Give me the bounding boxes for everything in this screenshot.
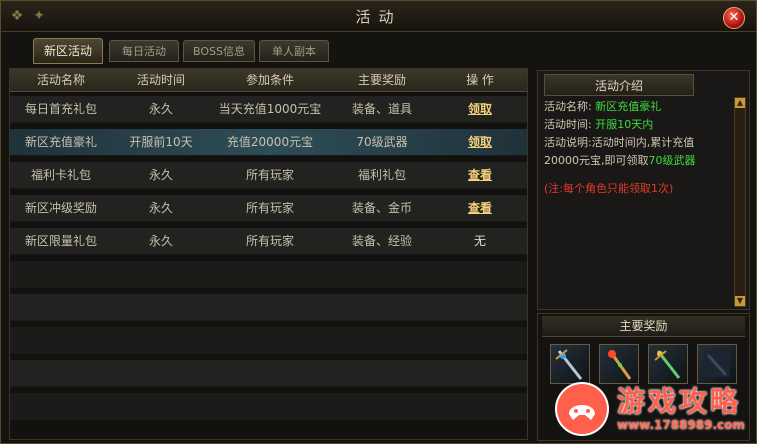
row-reward: 装备、经验 <box>351 234 412 248</box>
row-condition: 所有玩家 <box>245 201 294 215</box>
row-time: 永久 <box>148 201 173 215</box>
watermark-url: www.1788989.com <box>617 418 745 432</box>
row-name: 每日首充礼包 <box>24 102 97 116</box>
table-row[interactable]: 每日首充礼包 永久 当天充值1000元宝 装备、道具 领取 <box>10 96 527 123</box>
row-action-cell: 查看 <box>440 195 520 222</box>
row-time: 永久 <box>148 234 173 248</box>
reward-header: 主要奖励 <box>542 316 745 337</box>
intro-header: 活动介绍 <box>544 74 694 96</box>
watermark-text: 游戏攻略 <box>617 385 742 418</box>
intro-desc-text1: 活动时间内,累计充值 <box>591 136 695 149</box>
row-time: 开服前10天 <box>129 135 193 149</box>
scroll-down-icon[interactable]: ▼ <box>735 296 745 306</box>
row-condition: 充值20000元宝 <box>226 135 314 149</box>
window-title: 活动 <box>355 8 402 26</box>
header-reward: 主要奖励 <box>357 73 406 87</box>
view-link[interactable]: 查看 <box>468 168 492 182</box>
claim-link[interactable]: 领取 <box>468 135 492 149</box>
tab-solo-dungeon[interactable]: 单人副本 <box>259 40 329 62</box>
intro-panel: 活动介绍 活动名称: 新区充值豪礼 活动时间: 开服10天内 活动说明:活动时间… <box>537 70 750 310</box>
intro-time-value: 开服10天内 <box>595 118 654 131</box>
tab-new-server[interactable]: 新区活动 <box>33 38 103 64</box>
activity-table: 活动名称 活动时间 参加条件 主要奖励 操 作 每日首充礼包 永久 当天充值10… <box>9 68 528 440</box>
intro-desc-text2: 20000元宝,即可领取 <box>544 154 649 167</box>
intro-body[interactable]: 活动名称: 新区充值豪礼 活动时间: 开服10天内 活动说明:活动时间内,累计充… <box>544 98 732 304</box>
tab-daily[interactable]: 每日活动 <box>109 40 179 62</box>
intro-time-label: 活动时间: <box>544 118 592 131</box>
intro-name-value: 新区充值豪礼 <box>595 100 662 113</box>
row-action-cell: 无 <box>440 228 520 255</box>
table-row[interactable]: 新区限量礼包 永久 所有玩家 装备、经验 无 <box>10 228 527 255</box>
close-button[interactable]: ✕ <box>723 7 745 29</box>
empty-row <box>10 261 527 288</box>
header-time: 活动时间 <box>136 73 185 87</box>
watermark-logo-icon <box>555 382 609 436</box>
row-name: 新区充值豪礼 <box>24 135 97 149</box>
table-row[interactable]: 福利卡礼包 永久 所有玩家 福利礼包 查看 <box>10 162 527 189</box>
row-name: 新区冲级奖励 <box>24 201 97 215</box>
view-link[interactable]: 查看 <box>468 201 492 215</box>
intro-name-label: 活动名称: <box>544 100 592 113</box>
watermark: 游戏攻略 www.1788989.com <box>549 378 755 442</box>
header-action: 操 作 <box>466 73 494 87</box>
header-name: 活动名称 <box>36 73 85 87</box>
row-action-cell: 领取 <box>440 129 520 156</box>
intro-note: (注:每个角色只能领取1次) <box>544 182 674 195</box>
empty-row <box>10 327 527 354</box>
intro-desc-value: 70级武器 <box>648 154 696 167</box>
empty-row <box>10 393 527 420</box>
row-reward: 福利礼包 <box>357 168 406 182</box>
intro-name-line: 活动名称: 新区充值豪礼 <box>544 98 732 116</box>
row-action-cell: 查看 <box>440 162 520 189</box>
row-action-cell: 领取 <box>440 96 520 123</box>
table-header: 活动名称 活动时间 参加条件 主要奖励 操 作 <box>10 69 527 92</box>
row-name: 福利卡礼包 <box>30 168 91 182</box>
empty-row <box>10 360 527 387</box>
intro-time-line: 活动时间: 开服10天内 <box>544 116 732 134</box>
intro-desc-line: 活动说明:活动时间内,累计充值 <box>544 134 732 152</box>
row-reward: 70级武器 <box>356 135 408 149</box>
intro-scrollbar[interactable]: ▲ ▼ <box>734 97 746 307</box>
row-condition: 所有玩家 <box>245 168 294 182</box>
row-reward: 装备、道具 <box>351 102 412 116</box>
intro-desc-line2: 20000元宝,即可领取70级武器 <box>544 152 732 170</box>
row-time: 永久 <box>148 102 173 116</box>
row-name: 新区限量礼包 <box>24 234 97 248</box>
scroll-up-icon[interactable]: ▲ <box>735 98 745 108</box>
row-condition: 当天充值1000元宝 <box>218 102 322 116</box>
intro-desc-label: 活动说明: <box>544 136 592 149</box>
table-row[interactable]: 新区冲级奖励 永久 所有玩家 装备、金币 查看 <box>10 195 527 222</box>
table-row-selected[interactable]: 新区充值豪礼 开服前10天 充值20000元宝 70级武器 领取 <box>10 129 527 156</box>
none-text: 无 <box>473 234 486 248</box>
tab-boss-info[interactable]: BOSS信息 <box>183 40 255 62</box>
claim-link[interactable]: 领取 <box>468 102 492 116</box>
row-condition: 所有玩家 <box>245 234 294 248</box>
header-condition: 参加条件 <box>245 73 294 87</box>
row-time: 永久 <box>148 168 173 182</box>
row-reward: 装备、金币 <box>351 201 412 215</box>
title-bar[interactable]: ❖ ✦ 活动 ✕ <box>1 1 756 32</box>
empty-row <box>10 294 527 321</box>
